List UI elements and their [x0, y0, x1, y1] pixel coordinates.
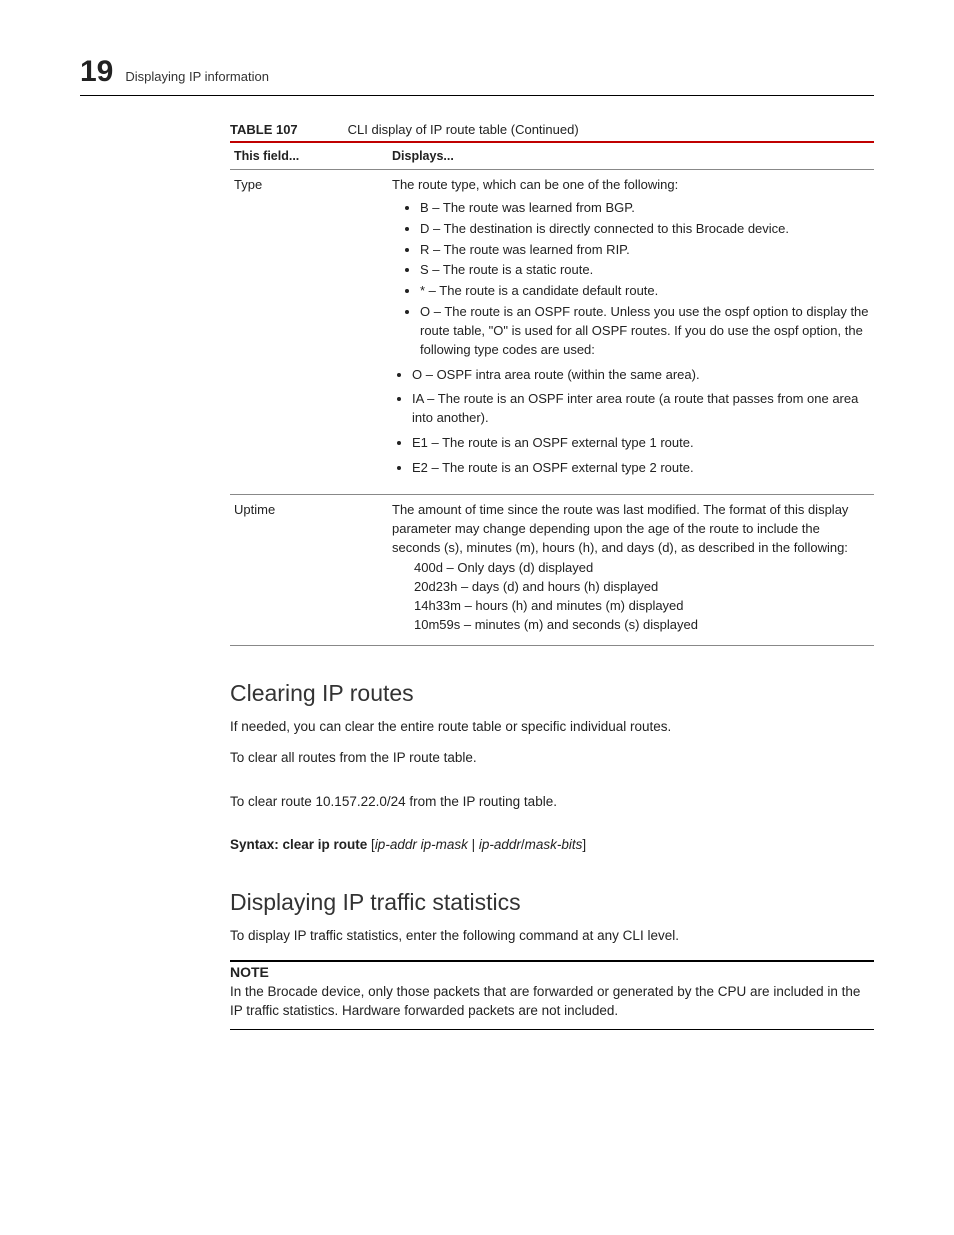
list-item: O – The route is an OSPF route. Unless y…: [420, 303, 870, 360]
ip-route-table: This field... Displays... Type The route…: [230, 141, 874, 646]
list-item: S – The route is a static route.: [420, 261, 870, 280]
table-caption-text: CLI display of IP route table (Continued…: [348, 122, 579, 137]
type-intro: The route type, which can be one of the …: [392, 176, 870, 195]
uptime-para: The amount of time since the route was l…: [392, 501, 870, 558]
table-caption: TABLE 107 CLI display of IP route table …: [230, 122, 874, 137]
syntax-close: ]: [582, 837, 586, 852]
body-text: To display IP traffic statistics, enter …: [230, 926, 874, 946]
note-body: In the Brocade device, only those packet…: [230, 982, 874, 1021]
note-block: NOTE In the Brocade device, only those p…: [230, 960, 874, 1030]
note-label: NOTE: [230, 964, 874, 980]
list-item: E2 – The route is an OSPF external type …: [412, 459, 870, 478]
main-content: TABLE 107 CLI display of IP route table …: [230, 122, 874, 1030]
type-list: B – The route was learned from BGP. D – …: [392, 199, 870, 360]
syntax-mid: |: [468, 837, 479, 852]
col-field: This field...: [230, 142, 388, 170]
syntax-label: Syntax: clear ip route: [230, 837, 367, 852]
syntax-open: [: [367, 837, 375, 852]
table-row: Type The route type, which can be one of…: [230, 170, 874, 495]
syntax-arg: mask-bits: [525, 837, 583, 852]
body-text: To clear all routes from the IP route ta…: [230, 748, 874, 768]
list-item: E1 – The route is an OSPF external type …: [412, 434, 870, 453]
body-text: If needed, you can clear the entire rout…: [230, 717, 874, 737]
syntax-line: Syntax: clear ip route [ip-addr ip-mask …: [230, 835, 874, 855]
cell-field: Uptime: [230, 494, 388, 645]
list-item: R – The route was learned from RIP.: [420, 241, 870, 260]
chapter-number: 19: [80, 55, 113, 89]
running-header: 19 Displaying IP information: [80, 55, 874, 96]
list-item: D – The destination is directly connecte…: [420, 220, 870, 239]
list-item: 14h33m – hours (h) and minutes (m) displ…: [414, 597, 870, 616]
type-sublist: O – OSPF intra area route (within the sa…: [392, 366, 870, 478]
col-displays: Displays...: [388, 142, 874, 170]
chapter-title: Displaying IP information: [125, 69, 269, 84]
table-row: Uptime The amount of time since the rout…: [230, 494, 874, 645]
page: 19 Displaying IP information TABLE 107 C…: [0, 0, 954, 1090]
syntax-arg: ip-addr: [479, 837, 521, 852]
list-item: 20d23h – days (d) and hours (h) displaye…: [414, 578, 870, 597]
syntax-arg: ip-addr ip-mask: [375, 837, 468, 852]
body-text: To clear route 10.157.22.0/24 from the I…: [230, 792, 874, 812]
uptime-lines: 400d – Only days (d) displayed 20d23h – …: [414, 559, 870, 634]
section-heading-clearing: Clearing IP routes: [230, 680, 874, 707]
cell-displays: The amount of time since the route was l…: [388, 494, 874, 645]
list-item: IA – The route is an OSPF inter area rou…: [412, 390, 870, 428]
list-item: O – OSPF intra area route (within the sa…: [412, 366, 870, 385]
cell-displays: The route type, which can be one of the …: [388, 170, 874, 495]
list-item: * – The route is a candidate default rou…: [420, 282, 870, 301]
list-item: 400d – Only days (d) displayed: [414, 559, 870, 578]
cell-field: Type: [230, 170, 388, 495]
section-heading-stats: Displaying IP traffic statistics: [230, 889, 874, 916]
table-label: TABLE 107: [230, 122, 298, 137]
list-item: B – The route was learned from BGP.: [420, 199, 870, 218]
list-item: 10m59s – minutes (m) and seconds (s) dis…: [414, 616, 870, 635]
